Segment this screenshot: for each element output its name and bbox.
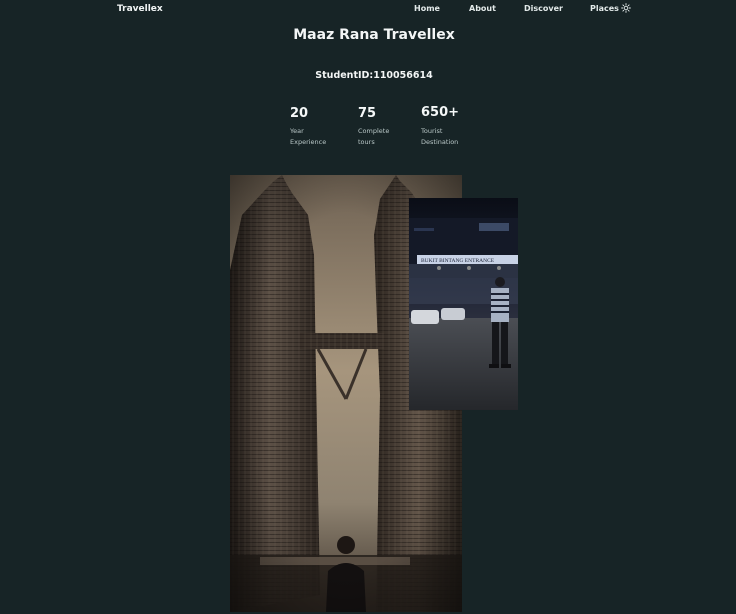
stat-tours-label: Complete tours	[358, 126, 418, 148]
nav-about[interactable]: About	[469, 4, 496, 13]
stat-destinations-value: 650+	[421, 105, 460, 120]
top-nav: Travellex Home About Discover Places	[0, 0, 736, 20]
sun-icon[interactable]	[621, 3, 631, 13]
stat-tours-label-line2: tours	[358, 138, 375, 146]
page: Travellex Home About Discover Places Maa…	[0, 0, 736, 614]
night-street-photo: BUKIT BINTANG ENTRANCE	[409, 198, 518, 410]
stat-destinations-label-line1: Tourist	[421, 127, 443, 135]
stat-tours-value: 75	[358, 106, 377, 121]
stat-years-label: Year Experience	[290, 126, 350, 148]
logo-link[interactable]: Travellex	[117, 4, 163, 14]
nav-discover[interactable]: Discover	[524, 4, 563, 13]
student-id: StudentID:110056614	[315, 70, 433, 81]
stat-years-value: 20	[290, 106, 309, 121]
stat-years-label-line2: Experience	[290, 138, 327, 146]
stat-years-label-line1: Year	[290, 127, 304, 135]
stat-destinations-label-line2: Destination	[421, 138, 459, 146]
entrance-sign-text: BUKIT BINTANG ENTRANCE	[421, 258, 495, 264]
stat-tours-label-line1: Complete	[358, 127, 390, 135]
nav-places[interactable]: Places	[590, 4, 619, 13]
stat-destinations-label: Tourist Destination	[421, 126, 481, 148]
page-title: Maaz Rana Travellex	[293, 27, 455, 43]
nav-home[interactable]: Home	[414, 4, 440, 13]
